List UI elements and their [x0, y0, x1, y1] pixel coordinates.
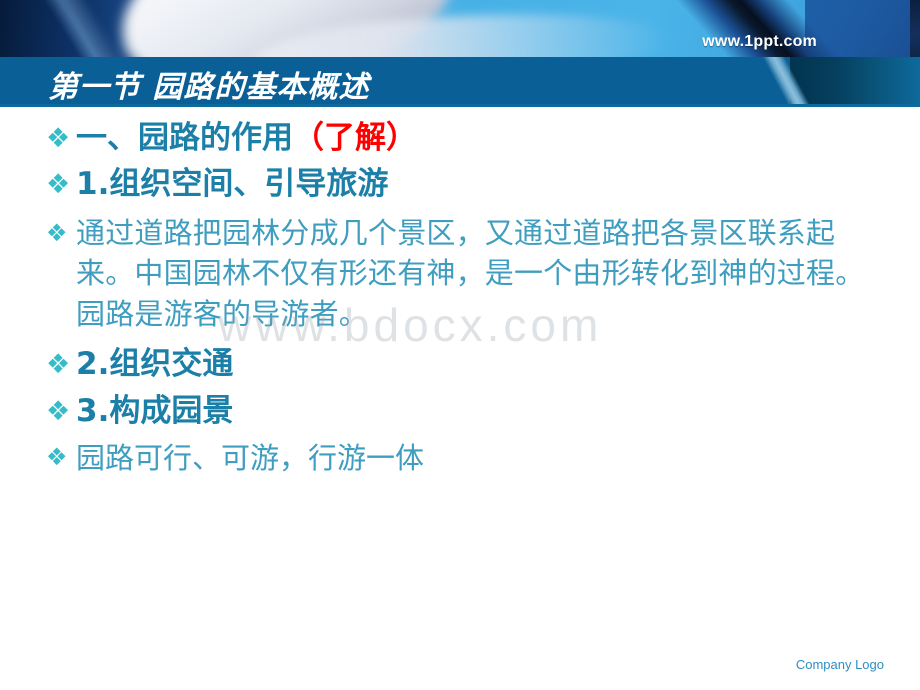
- bullet-text-point-1: 1.组织空间、引导旅游: [76, 164, 920, 204]
- header-right-edge: [910, 0, 920, 58]
- title-bar-diagonal-slash: [752, 57, 822, 104]
- bullet-text-point-3: 3.构成园景: [76, 392, 234, 429]
- bullet-text-closing-line: 园路可行、可游，行游一体: [76, 440, 425, 475]
- bullet-item-point-1: ❖ 1.组织空间、引导旅游: [0, 164, 920, 204]
- diamond-bullet-icon: ❖: [46, 349, 71, 381]
- company-logo-label: Company Logo: [795, 657, 884, 672]
- bullet-item-point-3: ❖ 3.构成园景: [0, 391, 920, 431]
- bullet-text-highlight: （了解）: [293, 120, 417, 156]
- bullet-item-closing-line: ❖ 园路可行、可游，行游一体: [0, 439, 920, 477]
- diamond-bullet-icon: ❖: [46, 169, 71, 201]
- bullet-text-point-2: 2.组织交通: [76, 346, 234, 383]
- bullet-item-paragraph-1: ❖ 通过道路把园林分成几个景区，又通过道路把各景区联系起来。中国园林不仅有形还有…: [0, 213, 920, 335]
- presentation-slide: www.1ppt.com 第一节 园路的基本概述 www.bdocx.com ❖…: [0, 0, 920, 690]
- bullet-text-section-heading: 一、园路的作用（了解）: [76, 118, 920, 158]
- bullet-text-main: 一、园路的作用: [76, 120, 293, 156]
- diamond-bullet-icon: ❖: [46, 442, 68, 471]
- bullet-text-main: 1.组织空间、引导旅游: [76, 166, 389, 203]
- diamond-bullet-icon: ❖: [46, 395, 71, 427]
- bullet-text-paragraph-1: 通过道路把园林分成几个景区，又通过道路把各景区联系起来。中国园林不仅有形还有神，…: [76, 215, 865, 331]
- bullet-item-section-heading: ❖ 一、园路的作用（了解）: [0, 118, 920, 158]
- slide-body-content: ❖ 一、园路的作用（了解） ❖ 1.组织空间、引导旅游 ❖ 通过道路把园林分成几…: [0, 118, 920, 477]
- diamond-bullet-icon: ❖: [46, 218, 68, 247]
- page-title: 第一节 园路的基本概述: [48, 70, 370, 105]
- bullet-item-point-2: ❖ 2.组织交通: [0, 344, 920, 384]
- site-url-label: www.1ppt.com: [702, 33, 817, 50]
- diamond-bullet-icon: ❖: [46, 123, 71, 154]
